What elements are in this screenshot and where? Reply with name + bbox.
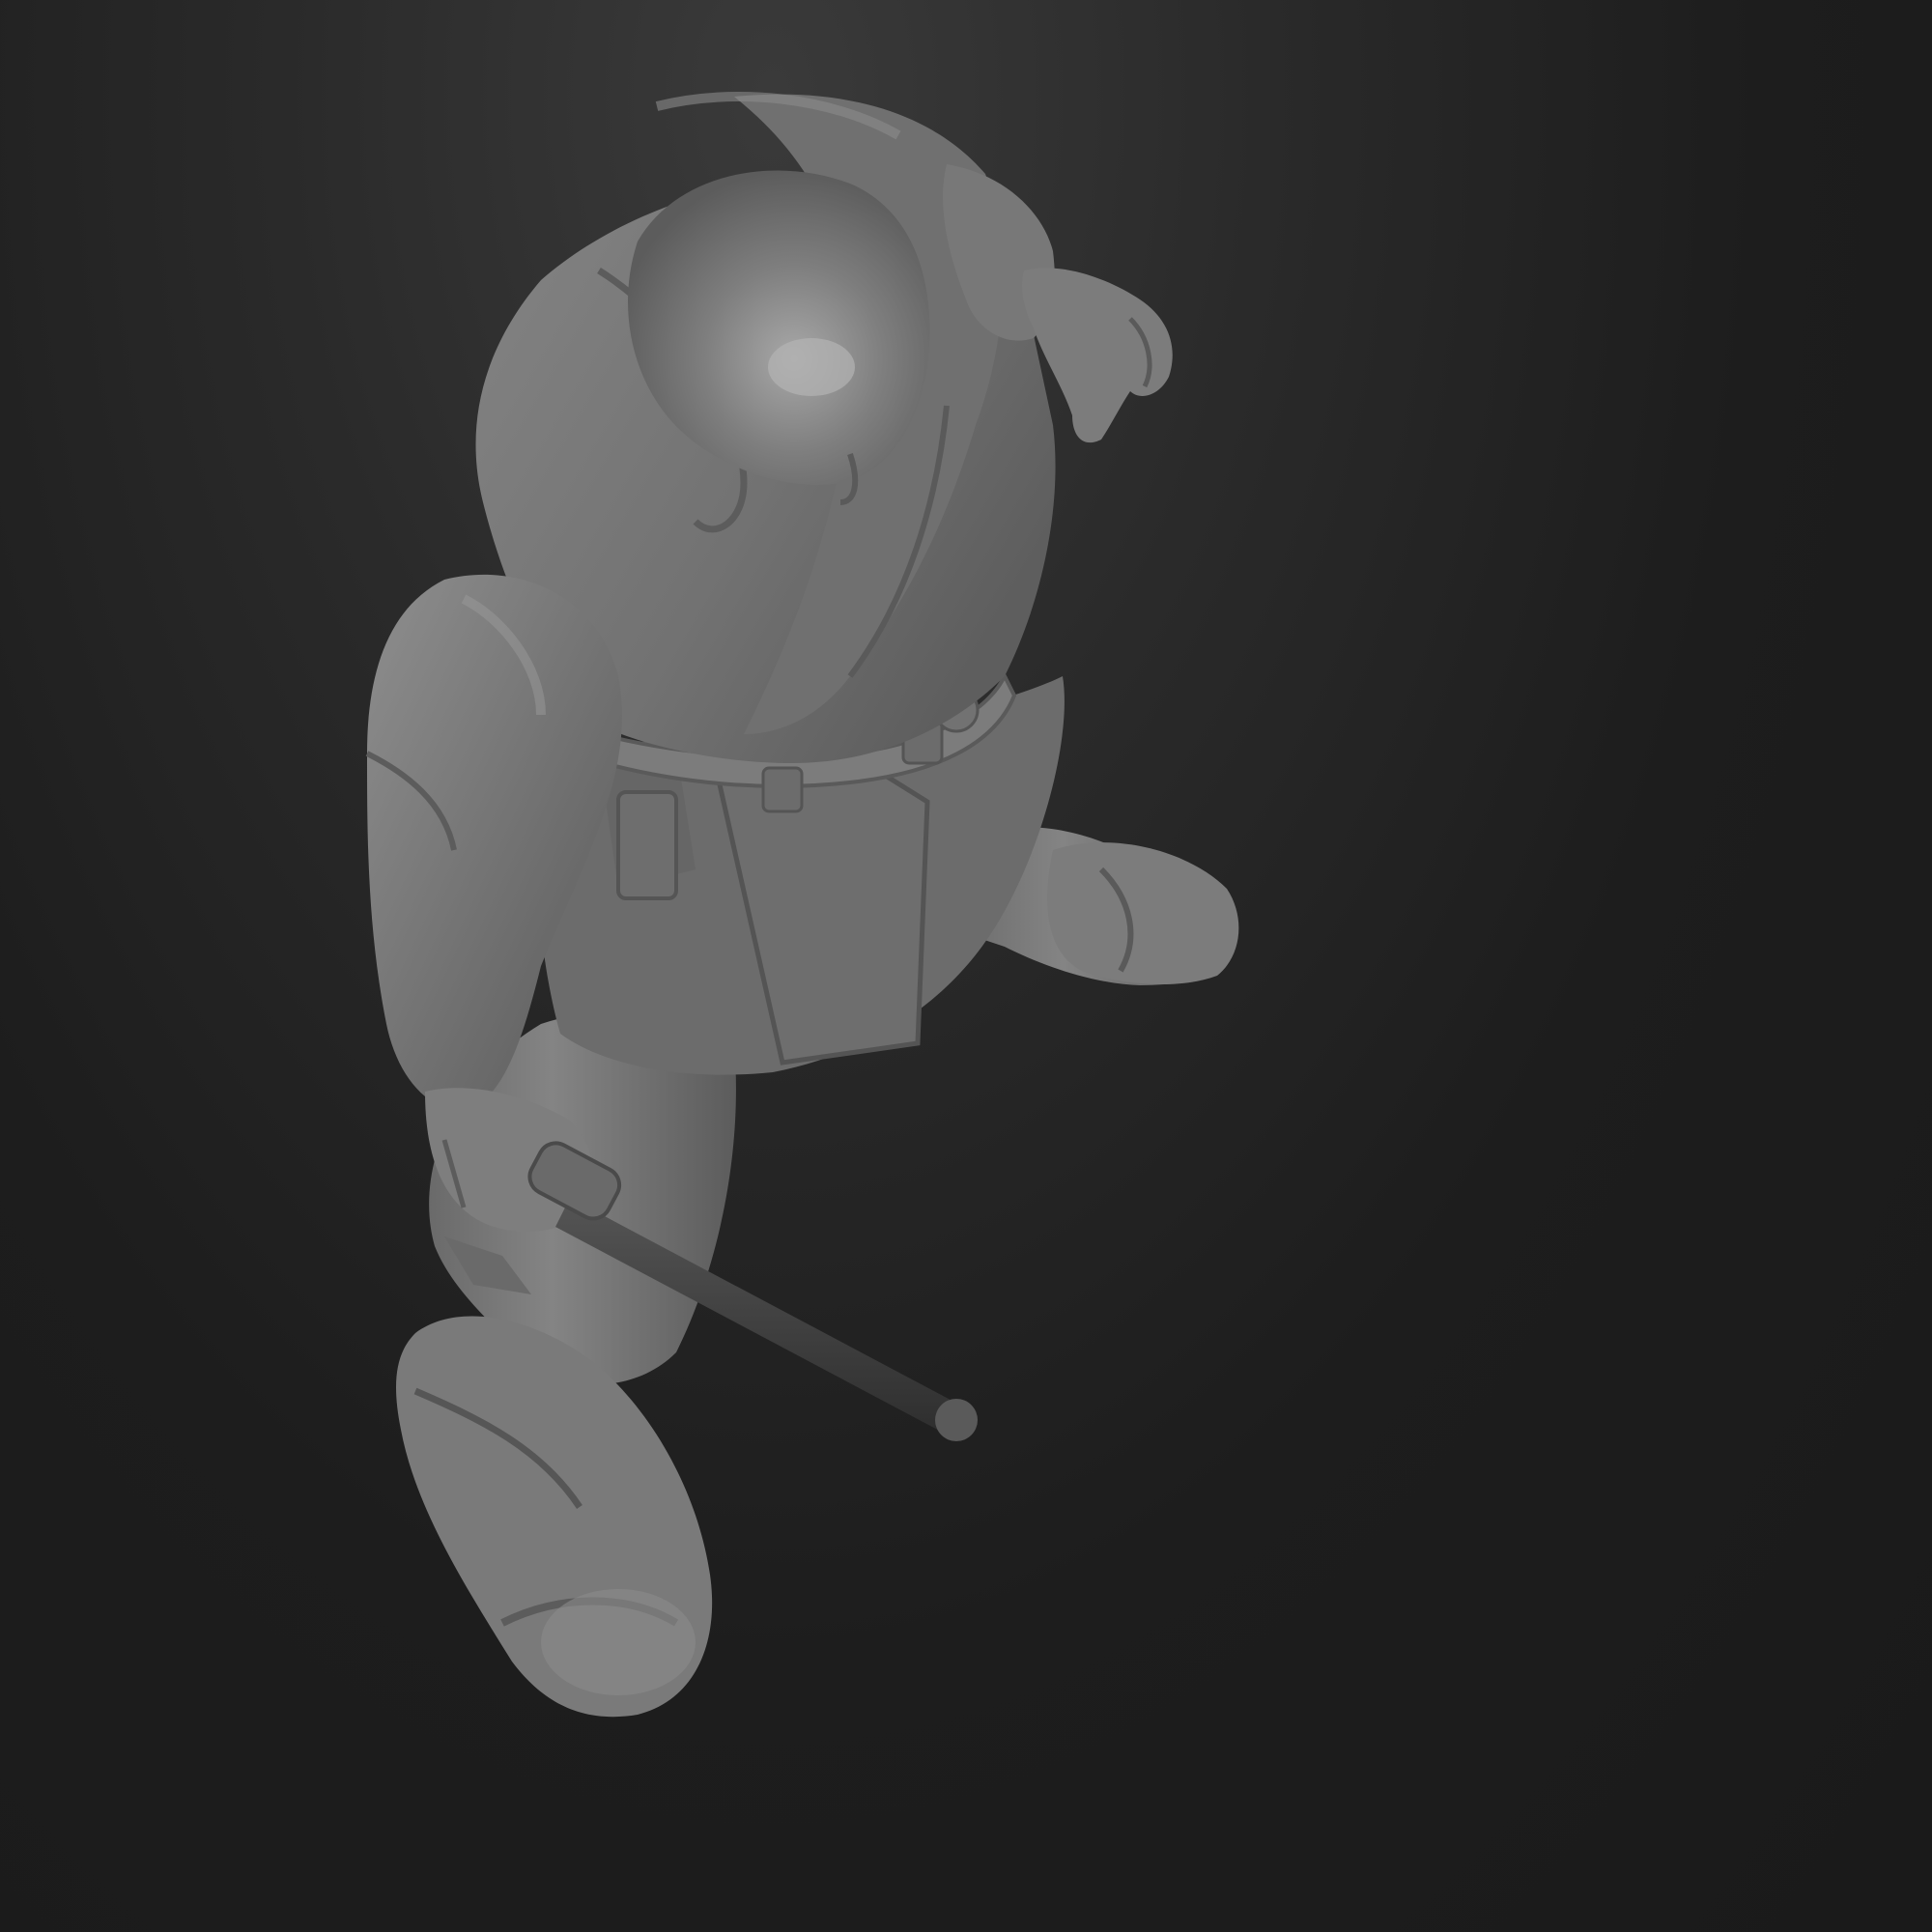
staff-tip [935,1399,978,1441]
3d-viewport[interactable] [0,0,1932,1932]
right-boot [1047,842,1239,985]
render-canvas [365,92,1239,1718]
